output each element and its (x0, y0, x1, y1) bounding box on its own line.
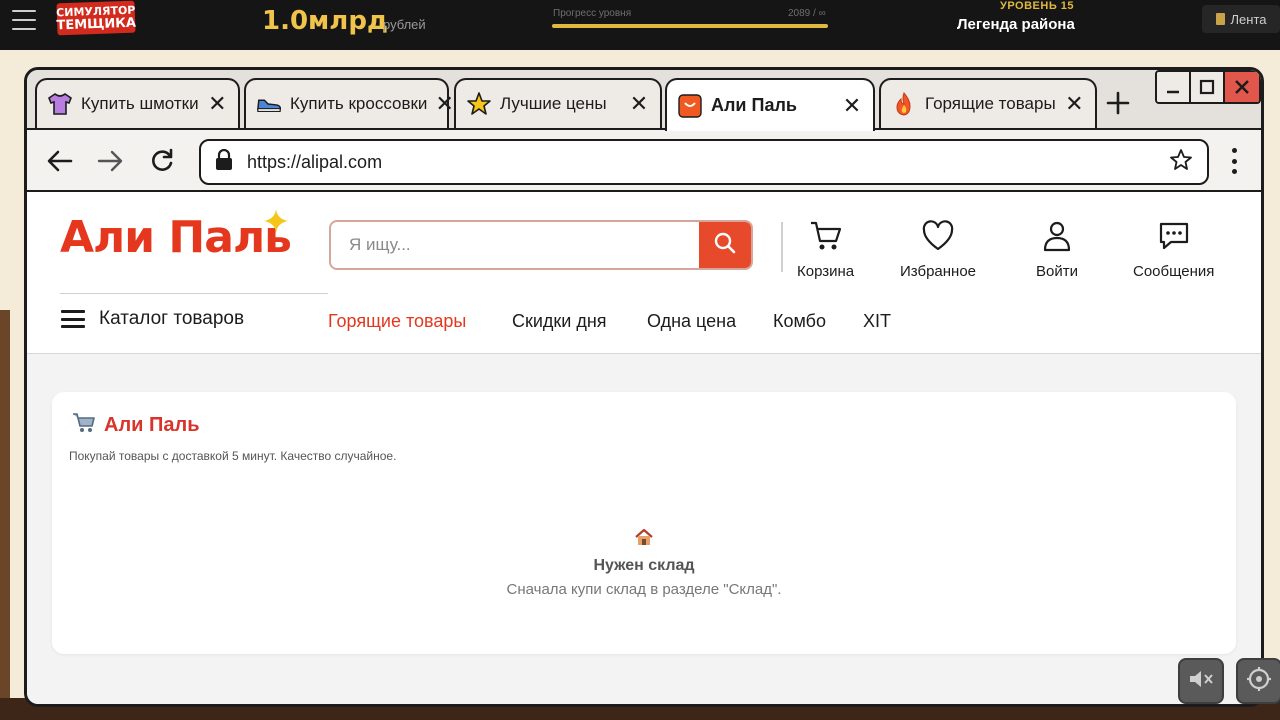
site-header: Али Паль Корзина (27, 192, 1261, 354)
money-amount: 1.0млрд (262, 6, 388, 36)
messages-label: Сообщения (1133, 263, 1215, 280)
settings-icon (1246, 666, 1272, 697)
background-edge (0, 310, 10, 700)
tab-close-icon[interactable]: ✕ (841, 94, 863, 117)
maximize-icon[interactable] (1191, 72, 1225, 102)
address-bar[interactable]: https://alipal.com (199, 139, 1209, 185)
messages-button[interactable]: Сообщения (1133, 220, 1214, 280)
bookmark-star-icon[interactable] (1169, 148, 1193, 177)
empty-state-text: Сначала купи склад в разделе "Склад". (506, 581, 782, 598)
cart-label: Корзина (797, 263, 855, 280)
search-input[interactable] (331, 222, 699, 268)
nav-day-discounts[interactable]: Скидки дня (512, 311, 607, 332)
heart-icon (921, 220, 955, 257)
tab-label: Купить кроссовки (290, 94, 428, 113)
game-logo: СИМУЛЯТОР ТЕМЩИКА (56, 0, 137, 36)
level-progress-bar (552, 24, 828, 28)
catalog-button[interactable]: Каталог товаров (61, 308, 244, 330)
tab-label: Али Паль (711, 95, 797, 115)
favorites-label: Избранное (900, 263, 977, 280)
progress-label: Прогресс уровня (553, 8, 632, 19)
nav-hot-goods[interactable]: Горящие товары (328, 311, 466, 332)
search-bar (329, 220, 753, 270)
reload-icon[interactable] (147, 146, 177, 176)
sound-button[interactable] (1178, 658, 1224, 704)
tab-buy-clothes[interactable]: Купить шмотки ✕ (35, 78, 240, 128)
minimize-icon[interactable] (1157, 72, 1191, 102)
browser-window: Купить шмотки ✕ Купить кроссовки ✕ Лучши… (24, 67, 1264, 707)
browser-toolbar: https://alipal.com (27, 130, 1261, 192)
store-card: Али Паль Покупай товары с доставкой 5 ми… (52, 392, 1236, 654)
tab-bar: Купить шмотки ✕ Купить кроссовки ✕ Лучши… (27, 70, 1261, 131)
chat-icon (1157, 220, 1191, 257)
tab-close-icon[interactable]: ✕ (435, 93, 453, 115)
window-controls (1155, 70, 1261, 104)
tshirt-icon (47, 91, 73, 117)
nav-combo[interactable]: Комбо (773, 311, 826, 332)
forward-arrow-icon[interactable] (95, 146, 125, 176)
site-logo[interactable]: Али Паль (60, 212, 292, 263)
level-progress-fill (552, 24, 828, 28)
feed-button[interactable]: Лента (1202, 5, 1280, 33)
url-text: https://alipal.com (247, 151, 383, 172)
tab-buy-sneakers[interactable]: Купить кроссовки ✕ (244, 78, 454, 128)
favorites-button[interactable]: Избранное (900, 220, 976, 280)
tab-close-icon[interactable]: ✕ (1064, 93, 1085, 115)
settings-button[interactable] (1236, 658, 1280, 704)
house-icon (634, 528, 654, 551)
back-arrow-icon[interactable] (45, 146, 75, 176)
tab-label: Лучшие цены (500, 94, 607, 113)
cart-button[interactable]: Корзина (797, 220, 854, 280)
tab-close-icon[interactable]: ✕ (628, 93, 650, 115)
catalog-menu-icon (61, 310, 85, 328)
store-card-title: Али Паль (72, 412, 200, 439)
hamburger-menu-icon[interactable] (12, 10, 36, 30)
feed-icon (1215, 13, 1225, 25)
nav-hit[interactable]: XIT (863, 311, 891, 332)
tab-best-prices[interactable]: Лучшие цены ✕ (454, 78, 662, 128)
tab-ali-pal[interactable]: Али Паль ✕ (665, 78, 875, 131)
search-button[interactable] (699, 222, 751, 268)
player-rank: Легенда района (957, 16, 1075, 33)
header-separator (60, 293, 328, 294)
lock-icon (215, 148, 233, 176)
game-hud: СИМУЛЯТОР ТЕМЩИКА 1.0млрд рублей Прогрес… (0, 0, 1280, 50)
tab-hot-goods[interactable]: Горящие товары ✕ (879, 78, 1097, 128)
empty-state: Нужен склад Сначала купи склад в разделе… (52, 528, 1236, 598)
shop-bag-icon (677, 93, 703, 119)
header-divider (781, 222, 783, 272)
close-window-icon[interactable] (1225, 72, 1259, 102)
tab-close-icon[interactable]: ✕ (207, 93, 228, 115)
speaker-mute-icon (1187, 667, 1215, 696)
web-page: Али Паль Корзина (27, 192, 1261, 704)
catalog-label: Каталог товаров (99, 308, 245, 329)
sparkle-icon (263, 208, 289, 239)
more-options-icon[interactable] (1229, 148, 1239, 174)
search-icon (713, 231, 737, 260)
user-icon (1040, 220, 1074, 257)
empty-state-title: Нужен склад (593, 557, 695, 574)
feed-label: Лента (1230, 11, 1267, 27)
nav-one-price[interactable]: Одна цена (647, 311, 736, 332)
login-label: Войти (1036, 263, 1078, 280)
login-button[interactable]: Войти (1036, 220, 1078, 280)
shopping-cart-icon (72, 412, 96, 439)
money-unit: рублей (383, 17, 426, 32)
player-level: УРОВЕНЬ 15 (1000, 0, 1075, 12)
progress-value: 2089 / ∞ (788, 8, 826, 19)
cart-icon (809, 220, 843, 257)
tab-label: Горящие товары (925, 94, 1056, 113)
fire-icon (891, 91, 917, 117)
sneaker-icon (256, 91, 282, 117)
star-icon (466, 91, 492, 117)
store-title: Али Паль (104, 414, 200, 436)
store-subtitle: Покупай товары с доставкой 5 минут. Каче… (69, 449, 397, 463)
new-tab-icon[interactable] (1103, 90, 1133, 122)
tab-label: Купить шмотки (81, 94, 199, 113)
game-logo-line2: ТЕМЩИКА (56, 15, 137, 34)
